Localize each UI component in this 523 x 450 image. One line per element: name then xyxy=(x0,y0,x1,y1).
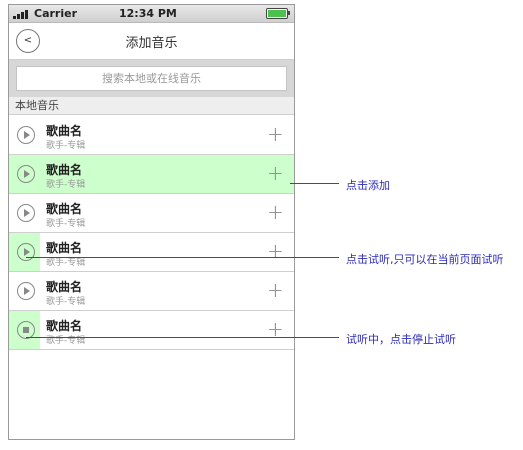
list-item[interactable]: 歌曲名歌手-专辑 + xyxy=(9,311,294,350)
song-artist-album: 歌手-专辑 xyxy=(46,141,86,151)
song-title: 歌曲名 xyxy=(46,280,83,294)
annotation-line-add xyxy=(290,183,339,184)
add-icon[interactable]: + xyxy=(267,280,284,300)
annotation-preview: 点击试听,只可以在当前页面试听 xyxy=(346,253,504,266)
play-icon[interactable] xyxy=(17,243,35,261)
song-artist-album: 歌手-专辑 xyxy=(46,336,86,346)
song-artist-album: 歌手-专辑 xyxy=(46,297,86,307)
list-item[interactable]: 歌曲名歌手-专辑 + xyxy=(9,194,294,233)
add-icon[interactable]: + xyxy=(267,163,284,183)
annotation-stop: 试听中，点击停止试听 xyxy=(346,333,456,346)
annotation-line-preview xyxy=(26,257,339,258)
list-item[interactable]: 歌曲名歌手-专辑 + xyxy=(9,116,294,155)
play-icon[interactable] xyxy=(17,282,35,300)
status-bar: Carrier 12:34 PM xyxy=(9,5,294,23)
status-time: 12:34 PM xyxy=(119,7,177,20)
play-icon[interactable] xyxy=(17,126,35,144)
page-title: 添加音乐 xyxy=(125,36,178,51)
song-title: 歌曲名 xyxy=(46,202,83,216)
song-artist-album: 歌手-专辑 xyxy=(46,219,86,229)
signal-icon xyxy=(13,9,33,19)
song-list: 歌曲名 歌手-专辑 + 歌曲名 歌手-专辑 + 歌曲名 歌手-专辑 + 歌曲名 歌手-专辑 + 歌曲名歌… xyxy=(9,116,294,350)
add-icon[interactable]: + xyxy=(267,241,284,261)
phone-frame: Carrier 12:34 PM < 添加音乐 搜索本地或在线音乐 本地音乐 歌… xyxy=(8,4,295,440)
search-bar: 搜索本地或在线音乐 xyxy=(9,60,294,97)
annotation-line-stop xyxy=(26,337,339,338)
battery-icon xyxy=(266,8,290,19)
nav-bar: < 添加音乐 xyxy=(9,23,294,60)
section-header-local-music: 本地音乐 xyxy=(9,97,294,115)
add-icon[interactable]: + xyxy=(267,319,284,339)
carrier-label: Carrier xyxy=(34,7,78,20)
add-icon[interactable]: + xyxy=(267,202,284,222)
list-item[interactable]: 歌曲名歌手-专辑 + xyxy=(9,155,294,194)
song-title: 歌曲名 xyxy=(46,241,83,255)
list-item[interactable]: 歌曲名 歌手-专辑 + xyxy=(9,233,294,272)
play-icon[interactable] xyxy=(17,165,35,183)
play-icon[interactable] xyxy=(17,204,35,222)
add-icon[interactable]: + xyxy=(267,124,284,144)
list-item[interactable]: 歌曲名歌手-专辑 + xyxy=(9,272,294,311)
song-title: 歌曲名 xyxy=(46,319,83,333)
song-artist-album: 歌手-专辑 xyxy=(46,180,86,190)
song-title: 歌曲名 xyxy=(46,124,83,138)
annotation-add: 点击添加 xyxy=(346,179,390,192)
song-title: 歌曲名 xyxy=(46,163,83,177)
search-input[interactable]: 搜索本地或在线音乐 xyxy=(16,66,287,91)
